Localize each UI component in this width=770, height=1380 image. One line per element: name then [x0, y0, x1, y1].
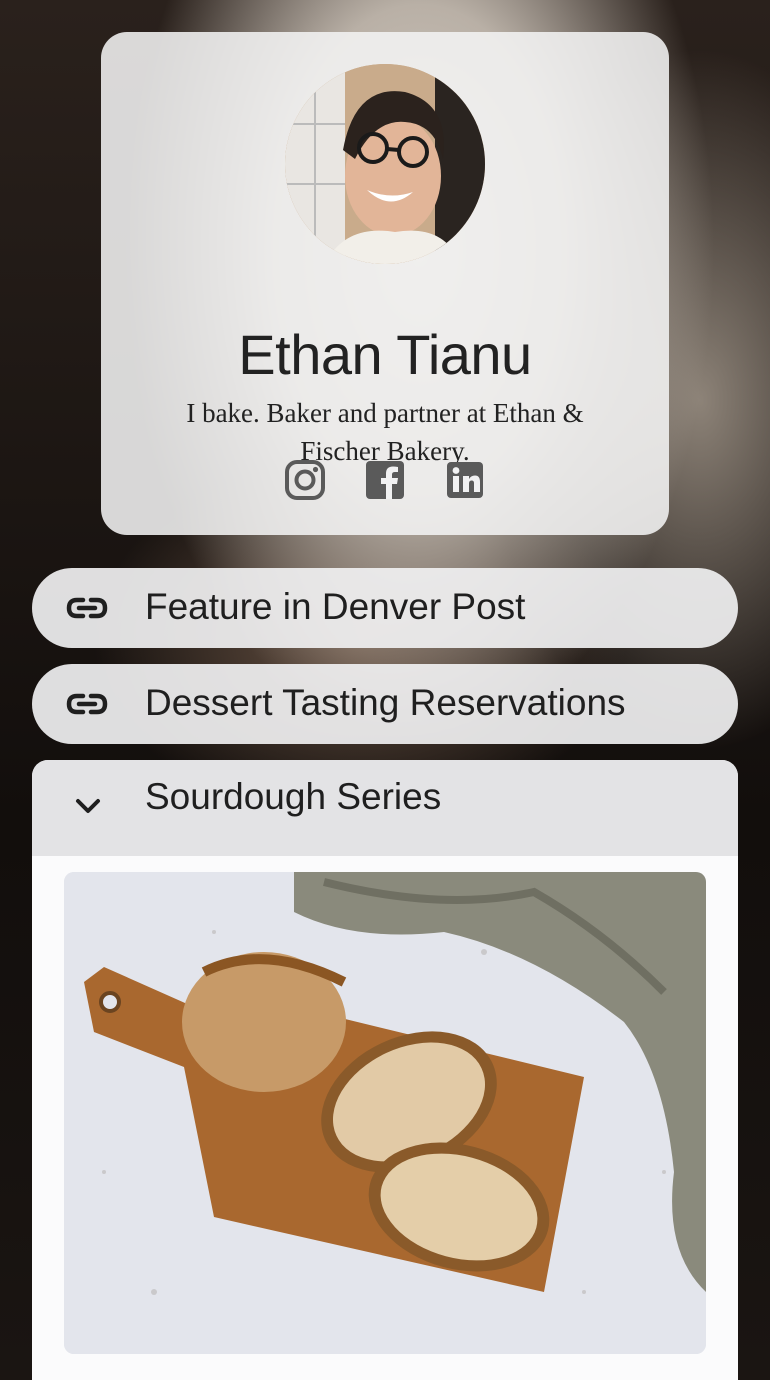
link-feature-denver-post[interactable]: Feature in Denver Post — [32, 568, 738, 648]
linkedin-icon[interactable] — [445, 460, 485, 500]
accordion-header[interactable]: Sourdough Series — [32, 760, 738, 856]
chevron-down-icon — [72, 790, 104, 822]
link-label: Dessert Tasting Reservations — [145, 682, 626, 723]
profile-name: Ethan Tianu — [238, 323, 532, 386]
profile-card: Ethan Tianu I bake. Baker and partner at… — [101, 32, 669, 535]
accordion-label: Sourdough Series — [145, 776, 442, 817]
avatar — [285, 64, 485, 264]
sourdough-bread-photo — [64, 872, 706, 1354]
facebook-icon[interactable] — [365, 460, 405, 500]
profile-bio: I bake. Baker and partner at Ethan & Fis… — [186, 398, 584, 466]
link-icon — [66, 688, 108, 720]
link-label: Feature in Denver Post — [145, 586, 526, 627]
link-icon — [66, 592, 108, 624]
accordion-sourdough-series: Sourdough Series — [32, 760, 738, 1380]
instagram-icon[interactable] — [285, 460, 325, 500]
social-links — [101, 460, 669, 502]
link-dessert-tasting[interactable]: Dessert Tasting Reservations — [32, 664, 738, 744]
